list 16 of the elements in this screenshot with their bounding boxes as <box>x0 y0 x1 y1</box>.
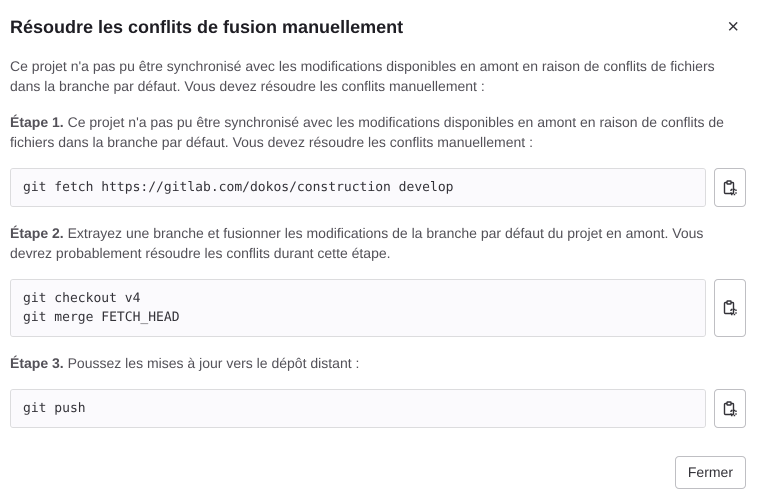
step-text: Étape 2. Extrayez une branche et fusionner les modifications de la branche par défaut du projet en amont. Vous devrez probablement résoudre les conflits durant cette étape. <box>10 224 704 263</box>
copy-icon <box>723 300 737 316</box>
copy-button[interactable] <box>714 389 746 428</box>
copy-button[interactable] <box>714 279 746 337</box>
copy-button[interactable] <box>714 168 746 207</box>
code-block: git checkout v4 git merge FETCH_HEAD <box>10 279 706 337</box>
close-dialog-button[interactable]: Fermer <box>674 456 746 489</box>
step-text: Étape 3. Poussez les mises à jour vers le dépôt distant : <box>10 354 360 373</box>
copy-icon <box>723 400 737 416</box>
step-text: Étape 1. Ce projet n'a pas pu être synchronisé avec les modifications disponibles en amont en raison de conflits de fichiers dans la branche par défaut. Vous devez résoudre les conflits manuellement : <box>10 113 725 152</box>
code-block: git push <box>10 389 706 428</box>
intro-text: Ce projet n'a pas pu être synchronisé avec les modifications disponibles en amont en raison de conflits de fichiers dans la branche par défaut. Vous devez résoudre les conflits manuellement : <box>10 57 716 96</box>
code-block: git fetch https://gitlab.com/dokos/construction develop <box>10 168 706 207</box>
copy-icon <box>723 180 737 196</box>
dialog-title: Résoudre les conflits de fusion manuellement <box>10 16 404 38</box>
close-button[interactable]: × <box>723 17 743 37</box>
